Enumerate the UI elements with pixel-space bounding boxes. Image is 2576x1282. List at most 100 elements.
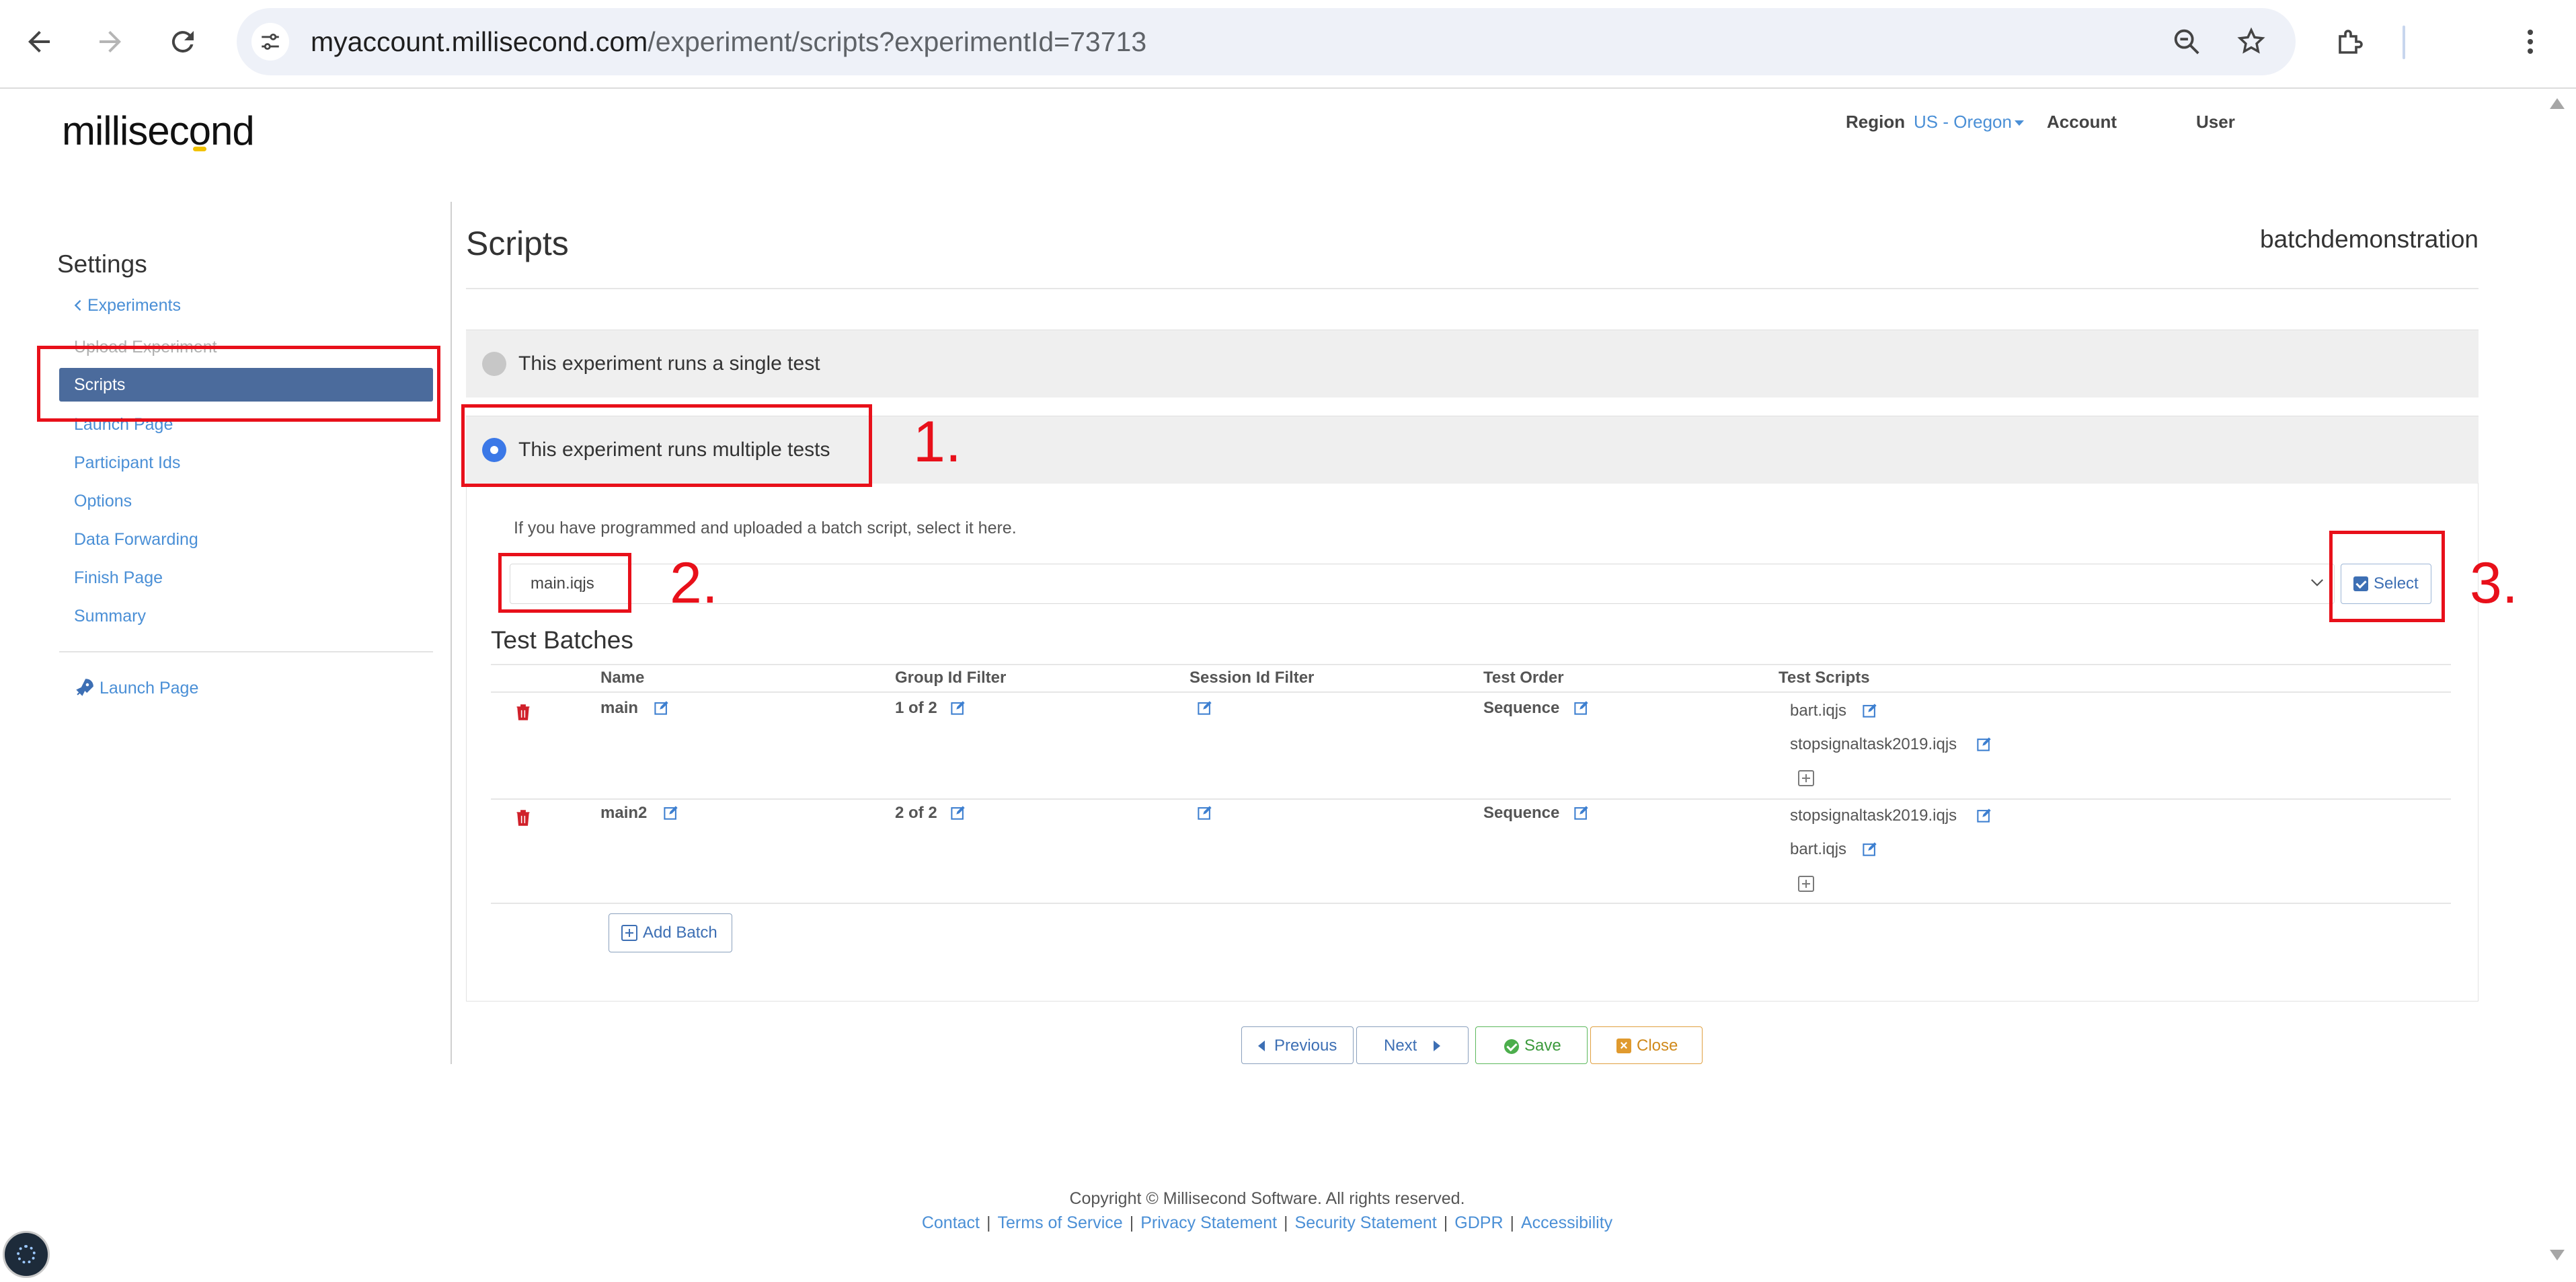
next-label: Next	[1384, 1036, 1417, 1055]
annotation-box-multiple	[461, 404, 872, 487]
caret-down-icon	[2014, 120, 2024, 126]
edit-icon[interactable]	[1863, 841, 1877, 856]
add-script-icon[interactable]	[1798, 770, 1814, 786]
option-single-label: This experiment runs a single test	[518, 352, 820, 375]
batch-test-order: Sequence	[1483, 699, 1560, 717]
column-header-test-order: Test Order	[1483, 669, 1564, 687]
column-header-group-id: Group Id Filter	[895, 669, 1007, 687]
sidebar-item-finish-page[interactable]: Finish Page	[74, 568, 163, 588]
sidebar-item-participant-ids[interactable]: Participant Ids	[74, 453, 180, 473]
url-text: myaccount.millisecond.com/experiment/scr…	[311, 26, 1147, 57]
radio-single-test[interactable]	[482, 352, 506, 376]
sidebar-item-data-forwarding[interactable]: Data Forwarding	[74, 530, 198, 550]
rocket-icon	[76, 679, 93, 696]
close-label: Close	[1637, 1036, 1678, 1055]
forward-arrow-icon[interactable]	[83, 15, 137, 69]
footer-link-gdpr[interactable]: GDPR	[1454, 1213, 1503, 1232]
experiment-name: batchdemonstration	[2260, 225, 2479, 253]
chevron-down-icon	[2310, 579, 2324, 587]
edit-icon[interactable]	[951, 700, 966, 715]
table-top-rule	[491, 664, 2451, 665]
batch-script-select[interactable]: main.iqjs	[510, 564, 2335, 604]
previous-button[interactable]: Previous	[1241, 1026, 1354, 1064]
batch-name: main2	[600, 804, 648, 822]
footer-link-accessibility[interactable]: Accessibility	[1521, 1213, 1612, 1232]
region-label: Region	[1846, 112, 1906, 132]
reload-icon[interactable]	[156, 15, 210, 69]
back-to-experiments-link[interactable]: Experiments	[74, 296, 181, 315]
next-button[interactable]: Next	[1356, 1026, 1469, 1064]
add-script-icon[interactable]	[1798, 876, 1814, 892]
account-link[interactable]: Account	[2047, 112, 2117, 133]
footer-link-security[interactable]: Security Statement	[1295, 1213, 1437, 1232]
batch-name: main	[600, 699, 639, 717]
annotation-box-scripts	[37, 346, 440, 422]
caret-left-icon	[1258, 1041, 1265, 1051]
previous-label: Previous	[1274, 1036, 1337, 1055]
batch-test-order: Sequence	[1483, 804, 1560, 822]
extensions-puzzle-icon[interactable]	[2328, 15, 2374, 69]
edit-icon[interactable]	[951, 805, 966, 820]
user-link[interactable]: User	[2196, 112, 2235, 133]
test-script-item: bart.iqjs	[1790, 840, 1847, 858]
edit-icon[interactable]	[664, 805, 678, 820]
region-dropdown[interactable]: US - Oregon	[1914, 112, 2024, 133]
add-batch-label: Add Batch	[643, 923, 717, 942]
test-script-item: stopsignaltask2019.iqjs	[1790, 806, 1957, 825]
annotation-box-script	[498, 553, 631, 613]
save-button[interactable]: Save	[1475, 1026, 1588, 1064]
edit-icon[interactable]	[1574, 700, 1589, 715]
edit-icon[interactable]	[1198, 805, 1212, 820]
close-button[interactable]: × Close	[1590, 1026, 1703, 1064]
sidebar-divider	[59, 651, 433, 652]
site-settings-icon[interactable]	[251, 23, 289, 61]
option-single-test[interactable]: This experiment runs a single test	[466, 330, 2479, 398]
chevron-left-icon	[74, 299, 81, 311]
caret-right-icon	[1434, 1041, 1440, 1051]
column-header-name: Name	[600, 669, 645, 687]
back-arrow-icon[interactable]	[12, 15, 66, 69]
footer-link-contact[interactable]: Contact	[922, 1213, 980, 1232]
edit-icon[interactable]	[1863, 703, 1877, 718]
zoom-icon[interactable]	[2168, 23, 2206, 61]
scroll-down-arrow[interactable]	[2550, 1250, 2565, 1260]
copyright-text: Copyright © Millisecond Software. All ri…	[1069, 1189, 1465, 1208]
title-divider	[466, 288, 2479, 289]
check-circle-icon	[1504, 1039, 1519, 1054]
footer-link-terms[interactable]: Terms of Service	[998, 1213, 1123, 1232]
millisecond-logo[interactable]: millisecond	[62, 108, 255, 154]
batch-group-filter: 2 of 2	[895, 804, 937, 822]
bookmark-star-icon[interactable]	[2232, 23, 2270, 61]
test-script-item: stopsignaltask2019.iqjs	[1790, 735, 1957, 753]
table-header-rule	[491, 691, 2451, 693]
scroll-up-arrow[interactable]	[2550, 98, 2565, 109]
plus-square-icon	[621, 925, 637, 941]
footer-links: Contact | Terms of Service | Privacy Stateme…	[921, 1213, 1613, 1232]
test-script-item: bart.iqjs	[1790, 702, 1847, 720]
delete-batch-icon[interactable]	[516, 809, 531, 827]
sidebar-item-options[interactable]: Options	[74, 492, 132, 511]
toolbar-divider	[2403, 26, 2405, 59]
more-vert-icon[interactable]	[2511, 15, 2549, 69]
sidebar-item-summary[interactable]: Summary	[74, 607, 146, 626]
save-label: Save	[1524, 1036, 1561, 1055]
sidebar-separator	[451, 202, 452, 1064]
address-bar[interactable]: myaccount.millisecond.com/experiment/scr…	[237, 8, 2296, 75]
table-bottom-rule	[491, 903, 2451, 904]
batch-script-hint: If you have programmed and uploaded a ba…	[514, 519, 1017, 537]
delete-batch-icon[interactable]	[516, 704, 531, 721]
edit-icon[interactable]	[1574, 805, 1589, 820]
assistant-launcher-icon[interactable]	[3, 1231, 50, 1278]
page-title: Scripts	[466, 225, 569, 262]
footer-link-privacy[interactable]: Privacy Statement	[1140, 1213, 1277, 1232]
sidebar-launch-page-link[interactable]: Launch Page	[74, 677, 198, 700]
add-batch-button[interactable]: Add Batch	[609, 913, 732, 952]
test-batches-title: Test Batches	[491, 626, 633, 654]
annotation-number-2: 2.	[670, 551, 718, 615]
browser-toolbar: myaccount.millisecond.com/experiment/scr…	[0, 0, 2576, 89]
annotation-number-1: 1.	[913, 410, 962, 474]
edit-icon[interactable]	[1977, 808, 1992, 823]
edit-icon[interactable]	[1198, 700, 1212, 715]
edit-icon[interactable]	[654, 700, 669, 715]
edit-icon[interactable]	[1977, 737, 1992, 751]
